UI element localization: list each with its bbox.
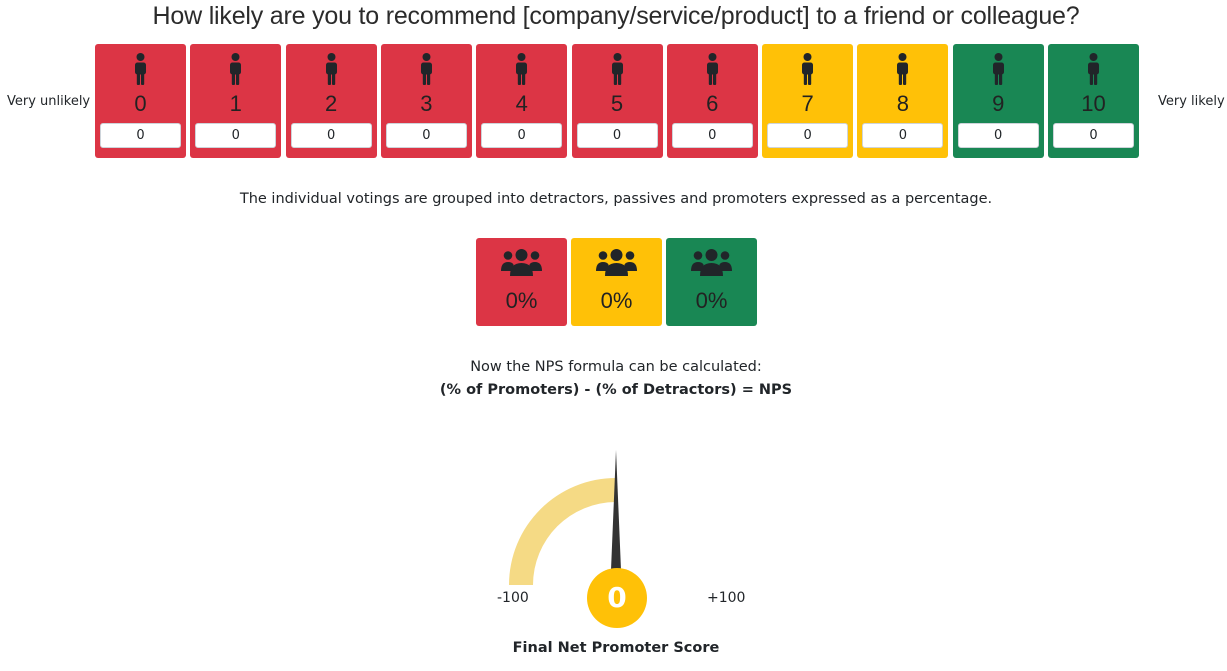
vote-score-label: 9 [992,91,1005,116]
person-icon [1087,53,1100,85]
scale-label-high: Very likely [1158,94,1225,109]
gauge-arc [509,478,616,585]
gauge-min-label: -100 [497,590,529,606]
vote-count-input-0[interactable] [100,123,181,148]
detractor-group-card: 0% [476,238,567,326]
vote-card-6: 6 [666,44,758,158]
promoter-percent: 0% [695,288,728,313]
nps-score-badge: 0 [587,568,647,628]
vote-score-label: 2 [324,91,338,116]
vote-score-label: 5 [610,91,624,116]
person-icon [134,53,147,85]
promoter-group-card: 0% [666,238,757,326]
vote-card-4: 4 [476,44,568,158]
vote-card-8: 8 [857,44,949,158]
person-icon [896,53,909,85]
vote-score-row: 0 1 2 3 4 5 6 7 8 9 10 [95,44,1145,158]
person-icon [229,53,242,85]
gauge-needle [611,450,621,570]
vote-score-label: 7 [801,91,814,116]
users-icon [596,249,637,277]
vote-count-input-9[interactable] [957,123,1039,148]
nps-formula: (% of Promoters) - (% of Detractors) = N… [439,382,793,398]
vote-count-input-10[interactable] [1053,123,1134,148]
vote-score-label: 3 [420,91,433,116]
passive-group-card: 0% [571,238,662,326]
scale-label-low: Very unlikely [7,94,91,109]
vote-count-input-3[interactable] [385,123,467,148]
person-icon [706,53,719,85]
formula-intro: Now the NPS formula can be calculated: [470,359,762,375]
users-icon [501,249,542,277]
vote-count-input-7[interactable] [767,123,849,148]
vote-card-5: 5 [571,44,663,158]
vote-score-label: 8 [896,91,910,116]
vote-score-label: 0 [134,91,147,116]
vote-score-label: 1 [229,91,242,116]
vote-card-10: 10 [1048,44,1139,158]
vote-score-label: 10 [1081,91,1106,116]
vote-card-2: 2 [285,44,377,158]
vote-score-label: 4 [515,91,528,116]
grouping-description: The individual votings are grouped into … [239,191,993,207]
vote-card-0: 0 [95,44,186,158]
passive-percent: 0% [600,288,633,313]
survey-question: How likely are you to recommend [company… [152,2,1080,30]
person-icon [992,53,1005,85]
vote-card-9: 9 [952,44,1044,158]
vote-count-input-4[interactable] [481,123,563,148]
vote-count-input-5[interactable] [576,123,658,148]
vote-count-input-8[interactable] [862,123,944,148]
vote-score-label: 6 [706,91,719,116]
vote-card-1: 1 [190,44,282,158]
vote-card-3: 3 [380,44,472,158]
person-icon [325,53,338,85]
vote-count-input-2[interactable] [290,123,372,148]
detractor-percent: 0% [505,288,538,313]
users-icon [691,249,732,277]
final-score-caption: Final Net Promoter Score [512,640,720,656]
gauge-max-label: +100 [707,590,746,606]
person-icon [611,53,624,85]
vote-card-7: 7 [762,44,854,158]
person-icon [801,53,814,85]
person-icon [420,53,433,85]
vote-count-input-6[interactable] [671,123,753,148]
person-icon [515,53,528,85]
vote-count-input-1[interactable] [195,123,277,148]
